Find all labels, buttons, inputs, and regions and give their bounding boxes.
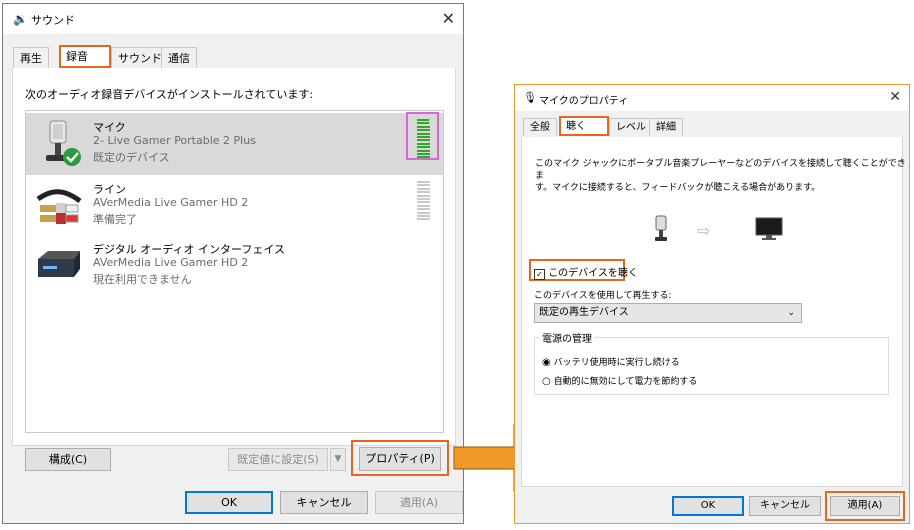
sound-window: 🔉 サウンド ✕ 再生 録音 サウンド 通信 次のオーディオ録音デバイスがインス… [2, 3, 464, 524]
ok-button[interactable]: OK [672, 496, 744, 516]
tab-communications[interactable]: 通信 [161, 47, 197, 68]
tab-levels[interactable]: レベル [609, 118, 653, 136]
instruction-text: 次のオーディオ録音デバイスがインストールされています: [25, 88, 314, 101]
device-status: 現在利用できません [93, 273, 192, 286]
close-icon[interactable]: ✕ [889, 89, 901, 105]
tab-recording[interactable]: 録音 [59, 45, 111, 68]
device-status: 既定のデバイス [93, 151, 170, 164]
radio-unselected-icon: ○ [542, 376, 551, 387]
device-desc: AVerMedia Live Gamer HD 2 [93, 256, 249, 269]
set-default-button[interactable]: 既定値に設定(S) [228, 448, 328, 471]
properties-button[interactable]: プロパティ(P) [359, 447, 441, 471]
list-item-mic[interactable]: マイク 2- Live Gamer Portable 2 Plus 既定のデバイ… [26, 113, 443, 175]
radio-keep-running[interactable]: ◉ バッテリ使用時に実行し続ける [542, 355, 680, 368]
chevron-down-icon: ⌄ [787, 308, 795, 318]
set-default-dropdown[interactable]: ▼ [330, 448, 346, 471]
level-meter [417, 181, 430, 222]
arrow-right-icon: ⇨ [697, 221, 711, 240]
monitor-icon [755, 217, 783, 240]
playback-label: このデバイスを使用して再生する: [534, 291, 672, 301]
microphone-icon [655, 215, 667, 241]
list-item-line[interactable]: ライン AVerMedia Live Gamer HD 2 準備完了 [26, 177, 443, 239]
tab-general[interactable]: 全般 [523, 118, 557, 136]
device-name: ライン [93, 183, 126, 196]
device-list: マイク 2- Live Gamer Portable 2 Plus 既定のデバイ… [25, 110, 444, 433]
window-title: マイクのプロパティ [539, 96, 629, 107]
title-bar: 🔉 サウンド ✕ [3, 4, 463, 34]
checkbox-checked-icon: ✓ [534, 269, 545, 280]
cancel-button[interactable]: キャンセル [749, 496, 821, 516]
close-icon[interactable]: ✕ [442, 9, 455, 28]
chevron-down-icon: ▼ [334, 454, 342, 464]
radio-label: バッテリ使用時に実行し続ける [553, 358, 680, 368]
list-item-digital[interactable]: デジタル オーディオ インターフェイス AVerMedia Live Gamer… [26, 237, 443, 299]
tab-listen[interactable]: 聴く [559, 116, 609, 136]
radio-label: 自動的に無効にして電力を節約する [553, 377, 698, 387]
tab-strip: 全般 聴く レベル 詳細 [521, 116, 903, 138]
rca-cable-icon [36, 189, 82, 224]
tab-playback[interactable]: 再生 [13, 47, 49, 68]
ok-button[interactable]: OK [185, 491, 273, 514]
radio-auto-disable[interactable]: ○ 自動的に無効にして電力を節約する [542, 374, 697, 387]
speaker-icon: 🔉 [13, 12, 28, 26]
listen-label: このデバイスを聴く [548, 268, 638, 279]
microphone-icon [46, 120, 81, 166]
description-line: このマイク ジャックにポータブル音楽プレーヤーなどのデバイスを接続して聴くことが… [535, 159, 906, 181]
power-group-label: 電源の管理 [540, 330, 594, 345]
configure-button[interactable]: 構成(C) [25, 448, 111, 471]
device-status: 準備完了 [93, 213, 137, 226]
radio-selected-icon: ◉ [542, 357, 551, 368]
playback-value: 既定の再生デバイス [539, 307, 629, 318]
device-name: マイク [93, 121, 126, 134]
cancel-button[interactable]: キャンセル [280, 491, 368, 514]
tab-advanced[interactable]: 詳細 [649, 118, 683, 136]
description-line: す。マイクに接続すると、フィードバックが聴こえる場合があります。 [535, 183, 821, 193]
level-meter-active [417, 119, 429, 153]
listen-checkbox[interactable]: ✓ このデバイスを聴く [534, 264, 638, 280]
device-desc: AVerMedia Live Gamer HD 2 [93, 196, 249, 209]
mic-properties-window: 🎙 マイクのプロパティ ✕ 全般 聴く レベル 詳細 このマイク ジャックにポー… [514, 84, 910, 524]
microphone-icon: 🎙 [523, 91, 537, 104]
tab-strip: 再生 録音 サウンド 通信 [11, 45, 455, 70]
apply-button[interactable]: 適用(A) [830, 496, 900, 516]
apply-button[interactable]: 適用(A) [375, 491, 463, 514]
description: このマイク ジャックにポータブル音楽プレーヤーなどのデバイスを接続して聴くことが… [535, 158, 909, 194]
device-name: デジタル オーディオ インターフェイス [93, 243, 286, 256]
audio-interface-icon [38, 251, 80, 277]
meter-highlight [406, 112, 439, 160]
playback-device-select[interactable]: 既定の再生デバイス ⌄ [534, 303, 802, 323]
device-desc: 2- Live Gamer Portable 2 Plus [93, 134, 256, 147]
window-title: サウンド [31, 14, 75, 27]
title-bar: 🎙 マイクのプロパティ ✕ [515, 85, 909, 111]
